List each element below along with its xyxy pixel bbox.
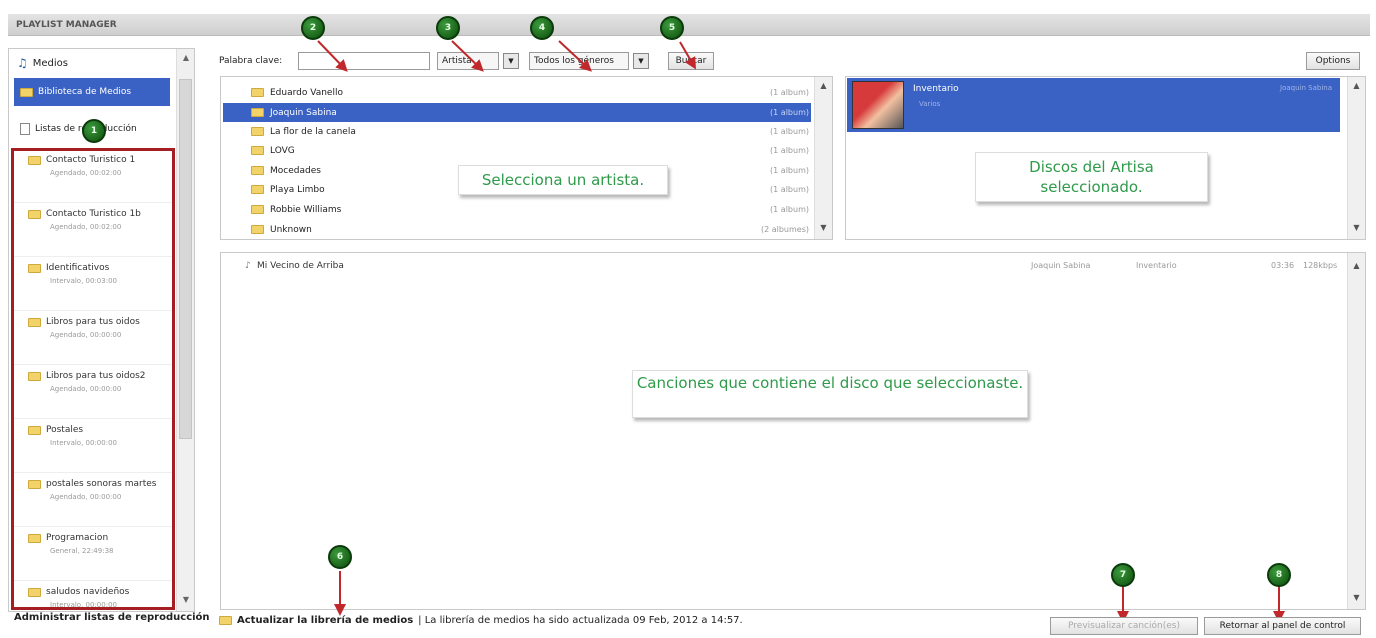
sidebar-scrollbar[interactable]: ▲ ▼ <box>176 49 194 611</box>
keyword-label: Palabra clave: <box>219 56 283 66</box>
marker-7: 7 <box>1111 563 1135 587</box>
search-type-select[interactable]: Artista <box>437 52 499 70</box>
search-button[interactable]: Buscar <box>668 52 714 70</box>
marker-6: 6 <box>328 545 352 569</box>
album-cover <box>852 81 904 129</box>
disc-artist: Joaquin Sabina <box>1280 84 1332 92</box>
song-duration: 03:36 <box>1271 261 1295 270</box>
song-bitrate: 128kbps <box>1303 261 1338 270</box>
disc-subtitle: Varios <box>919 100 941 108</box>
update-library-link[interactable]: Actualizar la librería de medios <box>237 615 413 626</box>
scroll-up-icon[interactable]: ▲ <box>1348 261 1365 270</box>
artist-name: Unknown <box>270 224 312 235</box>
album-count: (1 album) <box>770 146 809 155</box>
album-count: (1 album) <box>770 127 809 136</box>
artists-scrollbar[interactable]: ▲ ▼ <box>814 77 832 239</box>
sidebar-library-label: Biblioteca de Medios <box>38 87 132 97</box>
music-icon: ♫ <box>17 56 28 70</box>
marker-8: 8 <box>1267 563 1291 587</box>
artist-name: Playa Limbo <box>270 184 325 195</box>
marker-3: 3 <box>436 16 460 40</box>
folder-icon <box>251 108 264 117</box>
manage-playlists-link[interactable]: Administrar listas de reproducción <box>14 612 210 624</box>
window-title: PLAYLIST MANAGER <box>8 14 1370 36</box>
folder-icon <box>251 127 264 136</box>
keyword-input[interactable] <box>298 52 430 70</box>
marker-1: 1 <box>82 119 106 143</box>
artists-list: Eduardo Vanello (1 album) Joaquin Sabina (… <box>220 76 833 240</box>
scroll-up-icon[interactable]: ▲ <box>180 53 192 62</box>
artist-name: LOVG <box>270 145 295 156</box>
list-item[interactable]: Robbie Williams (1 album) <box>251 200 811 219</box>
discs-scrollbar[interactable]: ▲ ▼ <box>1347 77 1365 239</box>
disc-title: Inventario <box>913 84 959 94</box>
callout-select-artist: Selecciona un artista. <box>458 165 668 195</box>
folder-icon <box>251 185 264 194</box>
folder-icon <box>251 225 264 234</box>
callout-artist-discs: Discos del Artisa seleccionado. <box>975 152 1208 202</box>
preview-button[interactable]: Previsualizar canción(es) <box>1050 617 1198 635</box>
list-item[interactable]: Unknown (2 albumes) <box>251 220 811 239</box>
disc-item-selected[interactable]: Inventario Varios Joaquin Sabina <box>847 78 1340 132</box>
album-count: (1 album) <box>770 205 809 214</box>
artist-name: Robbie Williams <box>270 204 342 215</box>
return-button[interactable]: Retornar al panel de control <box>1204 617 1361 635</box>
sidebar-item-media-library[interactable]: Biblioteca de Medios <box>14 78 170 106</box>
song-album: Inventario <box>1136 261 1177 270</box>
genre-select[interactable]: Todos los géneros <box>529 52 629 70</box>
folder-icon <box>219 616 232 625</box>
song-row[interactable]: ♪ Mi Vecino de Arriba Joaquin Sabina Inv… <box>241 259 1346 275</box>
album-count: (1 album) <box>770 166 809 175</box>
song-artist: Joaquin Sabina <box>1031 261 1091 270</box>
chevron-down-icon[interactable]: ▼ <box>633 53 649 69</box>
scrollbar-thumb[interactable] <box>179 79 192 439</box>
folder-icon <box>251 88 264 97</box>
marker-2: 2 <box>301 16 325 40</box>
artist-name: Joaquin Sabina <box>270 107 337 118</box>
list-item[interactable]: La flor de la canela (1 album) <box>251 122 811 141</box>
song-title: Mi Vecino de Arriba <box>257 261 344 271</box>
playlist-highlight-box <box>11 148 175 610</box>
sidebar-media-label: Medios <box>32 57 68 69</box>
marker-4: 4 <box>530 16 554 40</box>
songs-scrollbar[interactable]: ▲ ▼ <box>1347 253 1365 609</box>
folder-icon <box>251 146 264 155</box>
chevron-down-icon[interactable]: ▼ <box>503 53 519 69</box>
artist-name: Eduardo Vanello <box>270 87 343 98</box>
marker-5: 5 <box>660 16 684 40</box>
folder-icon <box>20 87 33 97</box>
scroll-down-icon[interactable]: ▼ <box>1348 223 1365 232</box>
music-note-icon: ♪ <box>245 261 251 271</box>
album-count: (1 album) <box>770 88 809 97</box>
scroll-down-icon[interactable]: ▼ <box>1348 593 1365 602</box>
callout-songs-info: Canciones que contiene el disco que sele… <box>632 370 1028 418</box>
scroll-down-icon[interactable]: ▼ <box>180 595 192 604</box>
sidebar-media-header[interactable]: ♫ Medios <box>9 49 194 77</box>
status-message: | La librería de medios ha sido actualiz… <box>418 615 743 626</box>
scroll-down-icon[interactable]: ▼ <box>815 223 832 232</box>
album-count: (1 album) <box>770 108 809 117</box>
album-count: (1 album) <box>770 185 809 194</box>
artist-name: La flor de la canela <box>270 126 356 137</box>
album-count: (2 albumes) <box>760 225 809 234</box>
songs-list: ♪ Mi Vecino de Arriba Joaquin Sabina Inv… <box>220 252 1366 610</box>
list-item-selected[interactable]: Joaquin Sabina (1 album) <box>223 103 811 122</box>
document-icon <box>20 123 30 135</box>
scroll-up-icon[interactable]: ▲ <box>815 81 832 90</box>
list-item[interactable]: LOVG (1 album) <box>251 141 811 160</box>
folder-icon <box>251 166 264 175</box>
status-bar: Actualizar la librería de medios | La li… <box>219 615 743 626</box>
artist-name: Mocedades <box>270 165 321 176</box>
options-button[interactable]: Options <box>1306 52 1360 70</box>
scroll-up-icon[interactable]: ▲ <box>1348 81 1365 90</box>
folder-icon <box>251 205 264 214</box>
list-item[interactable]: Eduardo Vanello (1 album) <box>251 83 811 102</box>
